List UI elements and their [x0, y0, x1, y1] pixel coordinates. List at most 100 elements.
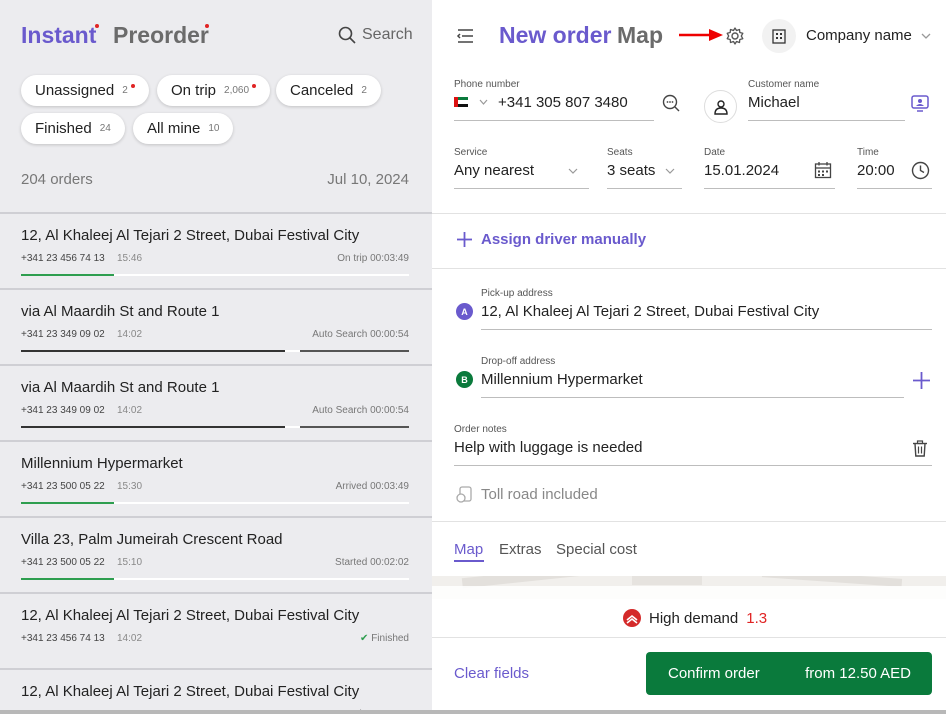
filter-count: 2,060: [224, 85, 250, 96]
date-label: Date: [704, 147, 726, 158]
chevron-down-icon: [568, 168, 578, 174]
bottom-scrollbar[interactable]: [0, 710, 946, 714]
service-label: Service: [454, 147, 488, 158]
seats-label: Seats: [607, 147, 633, 158]
order-progress-track: [21, 578, 409, 580]
customer-card-icon[interactable]: [910, 93, 930, 113]
time-input[interactable]: 20:00: [857, 162, 895, 179]
tab-map[interactable]: Map: [617, 22, 663, 49]
phone-input[interactable]: +341 305 807 3480: [498, 94, 628, 111]
filter-canceled[interactable]: Canceled 2: [276, 75, 381, 106]
order-row[interactable]: via Al Maardih St and Route 1 +341 23 349…: [0, 288, 432, 364]
active-tab-indicator: [454, 560, 484, 562]
dropoff-address-input[interactable]: Millennium Hypermarket: [481, 371, 643, 388]
tab-new-order[interactable]: New order: [499, 22, 611, 49]
notification-dot: [95, 24, 99, 28]
customer-search-icon[interactable]: [661, 93, 681, 113]
company-selector[interactable]: Company name: [806, 27, 912, 44]
order-phone: +341 23 456 74 13: [21, 253, 105, 264]
tab-preorder-label: Preorder: [113, 22, 209, 48]
order-row[interactable]: 12, Al Khaleej Al Tejari 2 Street, Dubai…: [0, 212, 432, 288]
pickup-pin-icon: A: [456, 303, 473, 320]
calendar-icon[interactable]: [813, 160, 833, 180]
demand-coefficient: 1.3: [746, 609, 768, 627]
order-phone: +341 23 456 74 13: [21, 633, 105, 644]
filter-count: 2: [361, 85, 367, 96]
filter-on-trip[interactable]: On trip 2,060: [157, 75, 271, 106]
order-row[interactable]: via Al Maardih St and Route 1 +341 23 349…: [0, 364, 432, 440]
collapse-menu-icon[interactable]: [454, 25, 476, 47]
phone-underline: [454, 120, 654, 121]
order-phone: +341 23 349 09 02: [21, 405, 105, 416]
add-stop-icon[interactable]: [910, 369, 932, 391]
tab-preorder[interactable]: Preorder: [113, 22, 209, 49]
tab-instant[interactable]: Instant: [21, 22, 99, 49]
order-phone: +341 23 500 05 22: [21, 557, 105, 568]
filter-count: 2: [122, 85, 128, 96]
uae-flag-icon[interactable]: [454, 97, 468, 107]
order-row[interactable]: Millennium Hypermarket +341 23 500 05 22 1…: [0, 440, 432, 516]
order-progress-secondary: [300, 350, 409, 352]
clock-icon[interactable]: [910, 160, 930, 180]
filter-label: All mine: [147, 120, 201, 137]
toll-road-toggle[interactable]: Toll road included: [481, 486, 598, 503]
order-price: from 12.50 AED: [805, 665, 911, 682]
orders-count: 204 orders: [21, 171, 93, 188]
order-address: 12, Al Khaleej Al Tejari 2 Street, Dubai…: [21, 227, 360, 244]
pickup-underline: [481, 329, 932, 330]
person-icon: [704, 90, 737, 123]
order-status: Started 00:02:02: [335, 557, 409, 568]
service-select[interactable]: Any nearest: [454, 162, 534, 179]
order-status: Auto Search 00:00:54: [312, 405, 409, 416]
tab-extras[interactable]: Extras: [499, 541, 542, 558]
order-progress-fill: [21, 426, 285, 428]
assign-driver-button[interactable]: Assign driver manually: [456, 231, 646, 248]
order-row[interactable]: 12, Al Khaleej Al Tejari 2 Street, Dubai…: [0, 668, 432, 714]
confirm-order-button[interactable]: Confirm order from 12.50 AED: [646, 652, 932, 695]
order-row[interactable]: Villa 23, Palm Jumeirah Crescent Road +34…: [0, 516, 432, 592]
search-button[interactable]: Search: [338, 26, 413, 44]
order-notes-input[interactable]: Help with luggage is needed: [454, 439, 642, 456]
order-phone: +341 23 349 09 02: [21, 329, 105, 340]
filter-all-mine[interactable]: All mine 10: [133, 113, 234, 144]
plus-icon: [457, 232, 472, 247]
assign-driver-label: Assign driver manually: [481, 231, 647, 248]
order-progress-fill: [21, 350, 285, 352]
search-label: Search: [362, 26, 413, 43]
seats-select[interactable]: 3 seats: [607, 162, 655, 179]
filter-label: On trip: [171, 82, 217, 99]
order-row[interactable]: 12, Al Khaleej Al Tejari 2 Street, Dubai…: [0, 592, 432, 668]
orders-date: Jul 10, 2024: [327, 171, 409, 188]
customer-underline: [748, 120, 905, 121]
demand-indicator: High demand 1.3: [623, 609, 767, 627]
filter-count: 10: [208, 123, 220, 134]
filter-finished[interactable]: Finished 24: [21, 113, 125, 144]
demand-label: High demand: [649, 609, 739, 627]
order-address: via Al Maardih St and Route 1: [21, 379, 220, 396]
filter-label: Unassigned: [35, 82, 115, 99]
order-time: 15:30: [117, 481, 143, 492]
dropoff-label: Drop-off address: [481, 356, 556, 367]
tab-map-view[interactable]: Map: [454, 541, 483, 558]
filter-label: Canceled: [290, 82, 354, 99]
phone-label: Phone number: [454, 79, 520, 90]
pickup-address-input[interactable]: 12, Al Khaleej Al Tejari 2 Street, Dubai…: [481, 303, 819, 320]
filter-count: 24: [99, 123, 111, 134]
order-address: Millennium Hypermarket: [21, 455, 183, 472]
tab-special-cost[interactable]: Special cost: [556, 541, 637, 558]
clear-fields-button[interactable]: Clear fields: [454, 665, 529, 682]
coins-icon[interactable]: [455, 485, 473, 503]
order-time: 15:46: [117, 253, 143, 264]
order-progress-fill: [21, 578, 115, 580]
gear-icon[interactable]: [724, 25, 746, 47]
order-time: 14:02: [117, 633, 143, 644]
customer-name-input[interactable]: Michael: [748, 94, 800, 111]
map-preview[interactable]: [432, 576, 946, 599]
filter-unassigned[interactable]: Unassigned 2: [21, 75, 149, 106]
trash-icon[interactable]: [910, 438, 930, 458]
date-input[interactable]: 15.01.2024: [704, 162, 779, 179]
dropoff-underline: [481, 397, 904, 398]
order-address: Villa 23, Palm Jumeirah Crescent Road: [21, 531, 283, 548]
order-phone: +341 23 500 05 22: [21, 481, 105, 492]
notification-dot: [252, 83, 257, 88]
